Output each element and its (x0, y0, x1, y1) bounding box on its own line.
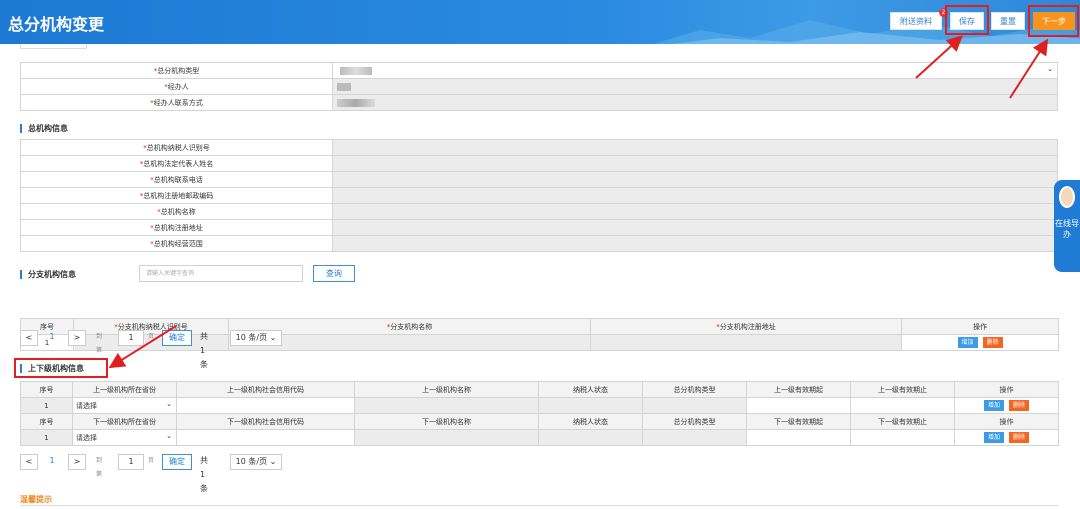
arrow-to-hierarchy (108, 325, 177, 369)
annotation-arrows (108, 35, 1049, 369)
arrow-to-next (1009, 38, 1049, 99)
arrow-to-save (915, 35, 963, 79)
